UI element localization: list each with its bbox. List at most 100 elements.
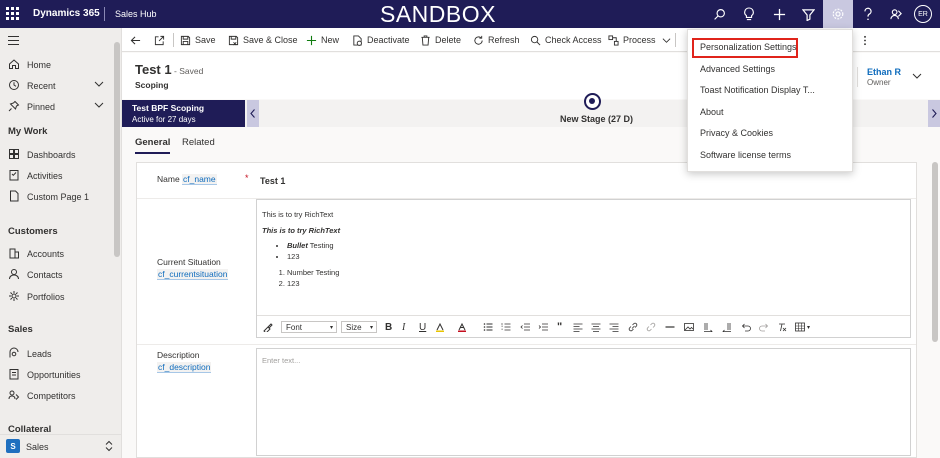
redo-icon[interactable] — [759, 321, 769, 333]
link-icon[interactable] — [628, 321, 638, 333]
table-icon[interactable]: ▾ — [795, 321, 810, 333]
menu-item-advanced-settings[interactable]: Advanced Settings — [688, 59, 852, 79]
size-select[interactable]: Size ▾ — [341, 321, 377, 333]
menu-item-label: Software license terms — [700, 150, 792, 160]
horizontal-line-icon[interactable] — [665, 321, 675, 333]
unlink-icon[interactable] — [646, 321, 656, 333]
sidebar-item-dashboards[interactable]: Dashboards — [0, 145, 114, 165]
lightbulb-icon[interactable] — [738, 4, 760, 24]
bpf-process-flyout[interactable]: Test BPF Scoping Active for 27 days — [122, 100, 245, 127]
refresh-icon — [474, 35, 483, 45]
divider — [675, 33, 676, 47]
sidebar-scrollbar[interactable] — [114, 42, 120, 257]
check-access-button[interactable]: Check Access — [530, 33, 602, 47]
sidebar-item-custom-page[interactable]: Custom Page 1 — [0, 187, 114, 207]
blockquote-icon[interactable]: " — [557, 321, 562, 333]
settings-menu: Personalization Settings Advanced Settin… — [687, 29, 853, 172]
font-color-icon[interactable] — [457, 321, 467, 333]
rich-text-editor[interactable]: This is to try RichText This is to try R… — [256, 199, 911, 338]
sidebar-item-recent[interactable]: Recent — [0, 76, 114, 96]
undo-icon[interactable] — [741, 321, 751, 333]
chevron-down-icon[interactable] — [912, 71, 922, 81]
bpf-prev-button[interactable] — [247, 100, 259, 127]
search-icon[interactable] — [708, 4, 730, 24]
menu-item-software-license[interactable]: Software license terms — [688, 145, 852, 165]
tab-related[interactable]: Related — [182, 137, 215, 148]
align-right-icon[interactable] — [609, 321, 619, 333]
save-label: Save — [195, 35, 216, 45]
sidebar-item-opportunities[interactable]: Opportunities — [0, 365, 114, 385]
sidebar-item-accounts[interactable]: Accounts — [0, 244, 114, 264]
sidebar-item-home[interactable]: Home — [0, 55, 114, 75]
menu-item-about[interactable]: About — [688, 102, 852, 122]
sidebar-item-competitors[interactable]: Competitors — [0, 386, 114, 406]
new-button[interactable]: New — [306, 33, 339, 47]
menu-item-toast-notification[interactable]: Toast Notification Display T... — [688, 80, 852, 100]
decrease-indent-icon[interactable] — [520, 321, 530, 333]
bold-icon[interactable]: B — [385, 321, 392, 333]
magnifier-icon — [530, 35, 541, 45]
align-center-icon[interactable] — [591, 321, 601, 333]
text-direction-ltr-icon[interactable] — [703, 321, 713, 333]
filter-icon[interactable] — [797, 4, 819, 24]
owner-label: Owner — [867, 78, 891, 87]
sidebar-item-pinned[interactable]: Pinned — [0, 97, 114, 117]
highlight-color-icon[interactable] — [435, 321, 445, 333]
process-button[interactable]: Process — [608, 33, 675, 47]
underline-icon[interactable]: U — [419, 321, 426, 333]
chevron-down-icon[interactable] — [94, 79, 104, 89]
open-new-window-button[interactable] — [154, 33, 169, 47]
avatar[interactable]: ER — [914, 5, 932, 23]
bulleted-list-icon[interactable] — [483, 321, 493, 333]
menu-item-privacy-cookies[interactable]: Privacy & Cookies — [688, 123, 852, 143]
clear-formatting-icon[interactable] — [777, 321, 787, 333]
help-icon[interactable] — [857, 4, 879, 24]
home-icon — [9, 59, 19, 69]
italic-icon[interactable]: I — [402, 321, 405, 333]
sidebar-item-leads[interactable]: Leads — [0, 344, 114, 364]
name-field[interactable]: Test 1 — [260, 176, 285, 186]
stage-indicator-icon[interactable] — [584, 93, 601, 110]
save-close-icon — [228, 35, 239, 45]
area-switcher[interactable]: S Sales — [0, 434, 122, 458]
back-button[interactable] — [130, 33, 145, 47]
tab-general[interactable]: General — [135, 137, 171, 154]
plus-icon[interactable] — [768, 4, 790, 24]
increase-indent-icon[interactable] — [538, 321, 548, 333]
gear-icon[interactable] — [823, 0, 853, 28]
image-icon[interactable] — [684, 321, 694, 333]
align-left-icon[interactable] — [573, 321, 583, 333]
bpf-next-button[interactable] — [928, 100, 940, 127]
sidebar-item-activities[interactable]: Activities — [0, 166, 114, 186]
field-label: Current Situation — [157, 257, 221, 267]
save-close-button[interactable]: Save & Close — [228, 33, 298, 47]
popout-icon — [154, 35, 165, 45]
format-painter-icon[interactable] — [263, 321, 273, 333]
numbered-list-icon[interactable] — [501, 321, 511, 333]
sidebar-item-portfolios[interactable]: Portfolios — [0, 287, 114, 307]
delete-button[interactable]: Delete — [420, 33, 461, 47]
refresh-button[interactable]: Refresh — [473, 33, 520, 47]
more-commands-button[interactable] — [863, 33, 871, 47]
deactivate-button[interactable]: Deactivate — [352, 33, 410, 47]
description-field[interactable]: Enter text... — [256, 348, 911, 456]
owner-link[interactable]: Ethan R — [867, 67, 901, 77]
app-name[interactable]: Dynamics 365 — [33, 8, 100, 19]
hub-name[interactable]: Sales Hub — [115, 9, 157, 19]
new-label: New — [321, 35, 340, 45]
sidebar-item-label: Leads — [27, 349, 52, 359]
hamburger-icon[interactable] — [8, 36, 19, 47]
sidebar-item-label: Recent — [27, 81, 56, 91]
font-select[interactable]: Font ▾ — [281, 321, 337, 333]
app-launcher-icon[interactable] — [6, 7, 20, 21]
people-icon[interactable] — [885, 4, 907, 24]
bpf-stage-label[interactable]: New Stage (27 D) — [560, 114, 633, 124]
chevron-down-icon[interactable] — [94, 100, 104, 110]
accounts-icon — [9, 248, 19, 259]
menu-item-personalization-settings[interactable]: Personalization Settings — [688, 37, 852, 58]
sidebar-item-label: Pinned — [27, 102, 56, 112]
text-direction-rtl-icon[interactable] — [722, 321, 732, 333]
save-button[interactable]: Save — [180, 33, 216, 47]
form-scrollbar[interactable] — [932, 162, 938, 342]
sidebar-item-contacts[interactable]: Contacts — [0, 265, 114, 285]
